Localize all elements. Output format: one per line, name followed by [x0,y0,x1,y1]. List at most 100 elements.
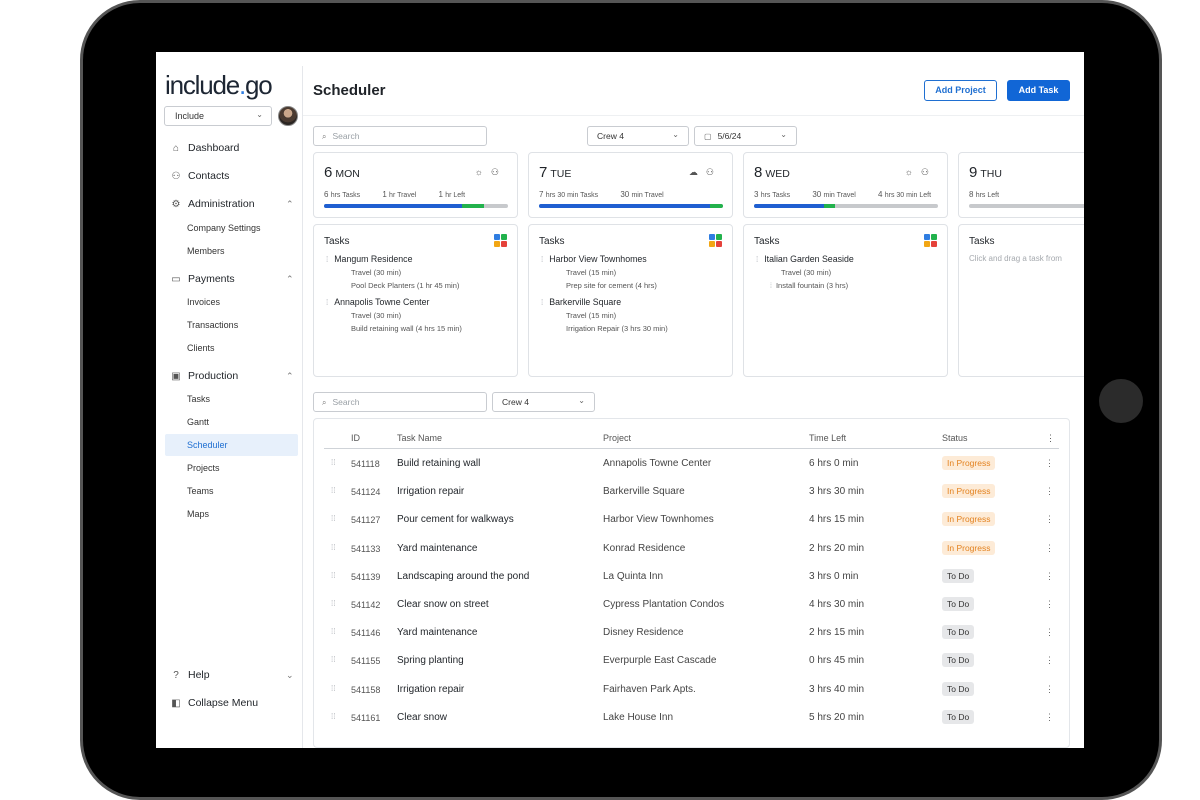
column-header-status[interactable]: Status [942,433,968,443]
apps-icon[interactable] [924,234,937,247]
table-row[interactable]: ⁞⁞ 541155 Spring planting Everpurple East C… [314,647,1069,675]
nav-tasks[interactable]: Tasks [187,394,210,404]
table-row[interactable]: ⁞⁞ 541118 Build retaining wall Annapolis To… [314,450,1069,478]
task-project[interactable]: Cypress Plantation Condos [603,599,724,610]
task-search-input[interactable]: ⌕ Search [313,392,487,412]
drag-handle-icon[interactable]: ⁞ [541,255,543,264]
table-row[interactable]: ⁞⁞ 541127 Pour cement for walkways Harbor V… [314,506,1069,534]
row-options-icon[interactable]: ⋮ [1045,486,1054,497]
day-card-tue[interactable]: 7 TUE ☁⚇ 7 hrs 30 min Tasks 30 min Travel [528,152,733,218]
apps-icon[interactable] [709,234,722,247]
task-project[interactable]: Fairhaven Park Apts. [603,684,696,695]
drag-handle-icon[interactable]: ⁞⁞ [331,458,335,467]
apps-icon[interactable] [494,234,507,247]
nav-teams[interactable]: Teams [187,486,214,496]
task-project[interactable]: Barkerville Square [603,486,685,497]
task-name[interactable]: Clear snow on street [397,599,489,610]
task-name[interactable]: Yard maintenance [397,627,477,638]
task-project[interactable]: Konrad Residence [603,543,685,554]
day-tasks-card-thu[interactable]: Tasks Click and drag a task from [958,224,1084,377]
nav-collapse-menu[interactable]: ◧ Collapse Menu [170,697,258,709]
nav-production[interactable]: ▣ Production ⌃ [170,370,293,382]
drag-handle-icon[interactable]: ⁞⁞ [331,627,335,636]
column-header-task-name[interactable]: Task Name [397,433,442,443]
row-options-icon[interactable]: ⋮ [1045,571,1054,582]
task-project[interactable]: Lake House Inn [603,712,673,723]
task-name[interactable]: Landscaping around the pond [397,571,529,582]
row-options-icon[interactable]: ⋮ [1045,684,1054,695]
row-options-icon[interactable]: ⋮ [1045,655,1054,666]
task-project[interactable]: Disney Residence [603,627,684,638]
scheduled-project[interactable]: ⁞ Harbor View Townhomes [541,254,647,264]
row-options-icon[interactable]: ⋮ [1045,543,1054,554]
scheduled-project[interactable]: ⁞ Annapolis Towne Center [326,297,429,307]
avatar[interactable] [278,106,298,126]
task-name[interactable]: Clear snow [397,712,447,723]
row-options-icon[interactable]: ⋮ [1045,599,1054,610]
nav-projects[interactable]: Projects [187,463,220,473]
table-row[interactable]: ⁞⁞ 541133 Yard maintenance Konrad Residence… [314,535,1069,563]
nav-help[interactable]: ? Help ⌄ [170,669,293,681]
column-header-time-left[interactable]: Time Left [809,433,846,443]
drag-handle-icon[interactable]: ⁞ [326,255,328,264]
table-row[interactable]: ⁞⁞ 541146 Yard maintenance Disney Residence… [314,619,1069,647]
drag-handle-icon[interactable]: ⁞⁞ [331,571,335,580]
date-select[interactable]: ▢ 5/6/24 ⌄ [694,126,797,146]
day-card-mon[interactable]: 6 MON ☼⚇ 6 hrs Tasks 1 hr Travel 1 hr Lef… [313,152,518,218]
task-project[interactable]: Annapolis Towne Center [603,458,711,469]
crew-select[interactable]: Crew 4 ⌄ [587,126,689,146]
task-name[interactable]: Yard maintenance [397,543,477,554]
column-options-icon[interactable]: ⋮ [1046,433,1055,444]
nav-dashboard[interactable]: ⌂ Dashboard [170,142,239,154]
nav-transactions[interactable]: Transactions [187,320,238,330]
nav-maps[interactable]: Maps [187,509,209,519]
drag-handle-icon[interactable]: ⁞⁞ [331,599,335,608]
table-row[interactable]: ⁞⁞ 541158 Irrigation repair Fairhaven Park … [314,676,1069,704]
drag-handle-icon[interactable]: ⁞⁞ [331,712,335,721]
task-name[interactable]: Irrigation repair [397,486,464,497]
nav-company-settings[interactable]: Company Settings [187,223,261,233]
task-name[interactable]: Build retaining wall [397,458,480,469]
task-crew-select[interactable]: Crew 4 ⌄ [492,392,595,412]
task-name[interactable]: Spring planting [397,655,464,666]
drag-handle-icon[interactable]: ⁞⁞ [331,486,335,495]
column-header-project[interactable]: Project [603,433,631,443]
nav-contacts[interactable]: ⚇ Contacts [170,170,230,182]
day-card-thu[interactable]: 9 THU 8 hrs Left [958,152,1084,218]
schedule-search-input[interactable]: ⌕ Search [313,126,487,146]
nav-administration[interactable]: ⚙ Administration ⌃ [170,198,294,210]
drag-handle-icon[interactable]: ⁞ [756,255,758,264]
table-row[interactable]: ⁞⁞ 541124 Irrigation repair Barkerville Squ… [314,478,1069,506]
task-name[interactable]: Pour cement for walkways [397,514,514,525]
add-project-button[interactable]: Add Project [924,80,997,101]
drag-handle-icon[interactable]: ⁞ [541,298,543,307]
drag-handle-icon[interactable]: ⁞⁞ [331,684,335,693]
table-row[interactable]: ⁞⁞ 541142 Clear snow on street Cypress Plan… [314,591,1069,619]
nav-invoices[interactable]: Invoices [187,297,220,307]
add-task-button[interactable]: Add Task [1007,80,1070,101]
table-row[interactable]: ⁞⁞ 541139 Landscaping around the pond La Qu… [314,563,1069,591]
day-card-wed[interactable]: 8 WED ☼⚇ 3 hrs Tasks 30 min Travel 4 hrs … [743,152,948,218]
table-row[interactable]: ⁞⁞ 541161 Clear snow Lake House Inn 5 hrs 20… [314,704,1069,732]
row-options-icon[interactable]: ⋮ [1045,514,1054,525]
drag-handle-icon[interactable]: ⁞ [326,298,328,307]
column-header-id[interactable]: ID [351,433,360,443]
scheduled-line[interactable]: ⁞ Install fountain (3 hrs) [770,281,848,290]
drag-handle-icon[interactable]: ⁞ [770,283,772,290]
nav-clients[interactable]: Clients [187,343,215,353]
scheduled-project[interactable]: ⁞ Italian Garden Seaside [756,254,854,264]
nav-scheduler[interactable]: Scheduler [165,434,298,456]
task-project[interactable]: Harbor View Townhomes [603,514,714,525]
row-options-icon[interactable]: ⋮ [1045,627,1054,638]
drag-handle-icon[interactable]: ⁞⁞ [331,514,335,523]
nav-payments[interactable]: ▭ Payments ⌃ [170,273,293,285]
scheduled-project[interactable]: ⁞ Mangum Residence [326,254,412,264]
drag-handle-icon[interactable]: ⁞⁞ [331,543,335,552]
nav-members[interactable]: Members [187,246,225,256]
task-project[interactable]: La Quinta Inn [603,571,663,582]
organization-select[interactable]: Include ⌄ [164,106,272,126]
drag-handle-icon[interactable]: ⁞⁞ [331,655,335,664]
scheduled-project[interactable]: ⁞ Barkerville Square [541,297,621,307]
task-name[interactable]: Irrigation repair [397,684,464,695]
task-project[interactable]: Everpurple East Cascade [603,655,716,666]
